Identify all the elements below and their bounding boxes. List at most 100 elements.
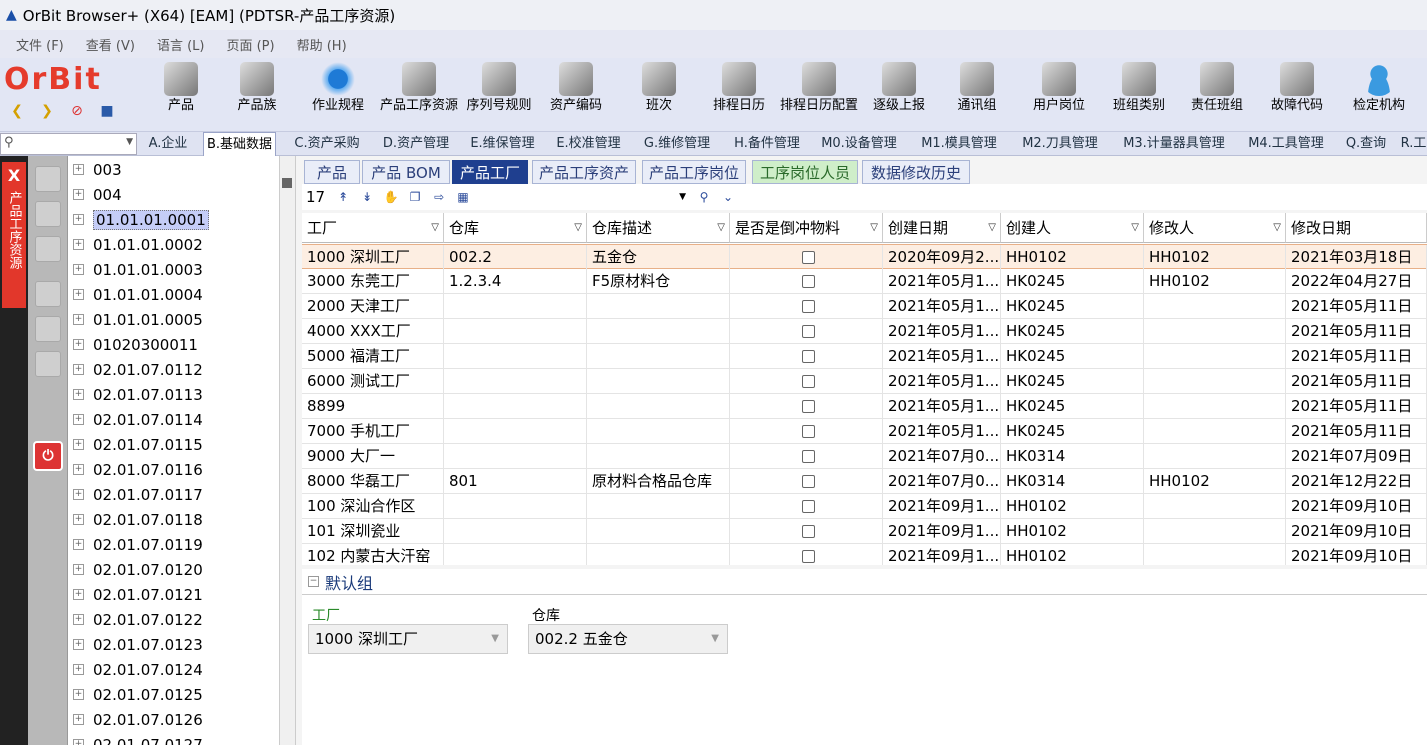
tree-node[interactable]: +004 — [68, 182, 279, 207]
tree-node[interactable]: +003 — [68, 157, 279, 182]
backflush-checkbox[interactable] — [802, 550, 815, 563]
filter-icon[interactable]: ▽ — [431, 213, 439, 243]
module-tab[interactable]: M2.刀具管理 — [1014, 132, 1106, 156]
module-tab[interactable]: E.校准管理 — [550, 132, 627, 156]
table-row[interactable]: 102 内蒙古大汗窑 2021年09月1... HH0102 2021年09月10日 — [302, 544, 1427, 565]
toolbar-button[interactable]: 通讯组 — [938, 62, 1016, 114]
column-header[interactable]: 工厂 ▽ — [302, 213, 444, 243]
sub-tab[interactable]: 工序岗位人员 — [752, 160, 858, 184]
table-cell[interactable] — [730, 544, 883, 565]
expand-icon[interactable]: + — [73, 414, 84, 425]
find-icon[interactable]: ⚲ — [696, 189, 712, 205]
table-cell[interactable] — [730, 394, 883, 419]
backflush-checkbox[interactable] — [802, 425, 815, 438]
menu-item[interactable]: 查看 (V) — [86, 35, 135, 54]
collapse-icon[interactable]: − — [308, 576, 319, 587]
tree-node[interactable]: +02.01.07.0126 — [68, 707, 279, 732]
column-header[interactable]: 是否是倒冲物料 ▽ — [730, 213, 883, 243]
stop-icon[interactable]: ⊘ — [66, 100, 88, 122]
toolbar-button[interactable]: 产品工序资源 — [380, 62, 458, 114]
hand-icon[interactable]: ✋ — [383, 189, 399, 205]
module-tab[interactable]: M3.计量器具管理 — [1116, 132, 1232, 156]
module-tab[interactable]: M4.工具管理 — [1240, 132, 1332, 156]
expand-icon[interactable]: + — [73, 689, 84, 700]
module-tab[interactable]: A.企业 — [137, 132, 199, 156]
module-tab[interactable]: M1.模具管理 — [914, 132, 1004, 156]
table-cell[interactable] — [730, 344, 883, 369]
new-doc-icon[interactable] — [35, 166, 61, 192]
sub-tab[interactable]: 产品 — [304, 160, 360, 184]
last-icon[interactable]: ↡ — [359, 189, 375, 205]
expand-icon[interactable]: + — [73, 289, 84, 300]
tree-node[interactable]: +01.01.01.0001 — [68, 207, 279, 232]
edit-icon[interactable] — [35, 236, 61, 262]
tree-node[interactable]: +02.01.07.0124 — [68, 657, 279, 682]
sub-tab[interactable]: 数据修改历史 — [862, 160, 970, 184]
table-row[interactable]: 2000 天津工厂 2021年05月1... HK0245 2021年05月11日 — [302, 294, 1427, 319]
backflush-checkbox[interactable] — [802, 300, 815, 313]
close-panel-button[interactable]: X 产品工序资源 — [2, 162, 26, 308]
toolbar-button[interactable]: 检定机构 — [1340, 62, 1418, 114]
tree-node[interactable]: +02.01.07.0119 — [68, 532, 279, 557]
home-icon[interactable]: ■ — [96, 100, 118, 122]
tree-node[interactable]: +02.01.07.0116 — [68, 457, 279, 482]
sub-tab[interactable]: 产品工序资产 — [532, 160, 636, 184]
filter-icon[interactable]: ▽ — [870, 213, 878, 243]
toolbar-button[interactable]: 责任班组 — [1178, 62, 1256, 114]
toolbar-button[interactable]: 班次 — [620, 62, 698, 114]
filter-dropdown[interactable]: ▼ — [679, 192, 686, 202]
search-input[interactable] — [19, 135, 129, 153]
copy-icon[interactable] — [35, 201, 61, 227]
toolbar-button[interactable]: 用户岗位 — [1020, 62, 1098, 114]
table-row[interactable]: 100 深汕合作区 2021年09月1... HH0102 2021年09月10日 — [302, 494, 1427, 519]
expand-icon[interactable]: + — [73, 389, 84, 400]
table-cell[interactable] — [730, 494, 883, 519]
backflush-checkbox[interactable] — [802, 275, 815, 288]
back-icon[interactable]: ❮ — [6, 100, 28, 122]
tree-node[interactable]: +02.01.07.0123 — [68, 632, 279, 657]
power-icon[interactable]: ⏻ — [33, 441, 63, 471]
menu-item[interactable]: 页面 (P) — [226, 35, 274, 54]
table-row[interactable]: 5000 福清工厂 2021年05月1... HK0245 2021年05月11日 — [302, 344, 1427, 369]
toolbar-button[interactable]: 故障代码 — [1258, 62, 1336, 114]
column-header[interactable]: 修改人 ▽ — [1144, 213, 1286, 243]
toolbar-button[interactable]: 产品族 — [218, 62, 296, 114]
expand-icon[interactable]: + — [73, 214, 84, 225]
columns-icon[interactable]: ▦ — [455, 189, 471, 205]
delete-icon[interactable] — [35, 281, 61, 307]
backflush-checkbox[interactable] — [802, 350, 815, 363]
expand-icon[interactable]: + — [73, 364, 84, 375]
export-icon[interactable]: ⇨ — [431, 189, 447, 205]
toolbar-button[interactable]: 资产编码 — [537, 62, 615, 114]
expand-icon[interactable]: + — [73, 739, 84, 745]
table-cell[interactable] — [730, 319, 883, 344]
tree-node[interactable]: +02.01.07.0122 — [68, 607, 279, 632]
module-tab[interactable]: Q.查询 — [1338, 132, 1394, 156]
expand-icon[interactable]: + — [73, 264, 84, 275]
tree-node[interactable]: +02.01.07.0115 — [68, 432, 279, 457]
filter-icon[interactable]: ▽ — [1131, 213, 1139, 243]
scroll-thumb[interactable] — [282, 178, 292, 188]
table-cell[interactable] — [730, 469, 883, 494]
form-group-header[interactable]: − 默认组 — [302, 569, 1427, 595]
tree-node[interactable]: +02.01.07.0121 — [68, 582, 279, 607]
sub-tab[interactable]: 产品工序岗位 — [642, 160, 746, 184]
tree-node[interactable]: +02.01.07.0112 — [68, 357, 279, 382]
module-tab[interactable]: M0.设备管理 — [814, 132, 904, 156]
backflush-checkbox[interactable] — [802, 450, 815, 463]
tree-node[interactable]: +01.01.01.0002 — [68, 232, 279, 257]
menu-item[interactable]: 语言 (L) — [157, 35, 205, 54]
backflush-checkbox[interactable] — [802, 500, 815, 513]
filter-icon[interactable]: ▽ — [717, 213, 725, 243]
tree-node[interactable]: +02.01.07.0117 — [68, 482, 279, 507]
module-tab[interactable]: R.工 — [1400, 132, 1427, 156]
column-header[interactable]: 仓库描述 ▽ — [587, 213, 730, 243]
module-tab[interactable]: C.资产采购 — [288, 132, 366, 156]
column-header[interactable]: 修改日期 — [1286, 213, 1427, 243]
table-row[interactable]: 8000 华磊工厂 801 原材料合格品仓库 2021年07月0... HK0314 HH… — [302, 469, 1427, 494]
module-tab[interactable]: D.资产管理 — [377, 132, 455, 156]
menu-item[interactable]: 帮助 (H) — [297, 35, 347, 54]
module-tab[interactable]: E.维保管理 — [465, 132, 540, 156]
tree-node[interactable]: +02.01.07.0120 — [68, 557, 279, 582]
column-header[interactable]: 仓库 ▽ — [444, 213, 587, 243]
